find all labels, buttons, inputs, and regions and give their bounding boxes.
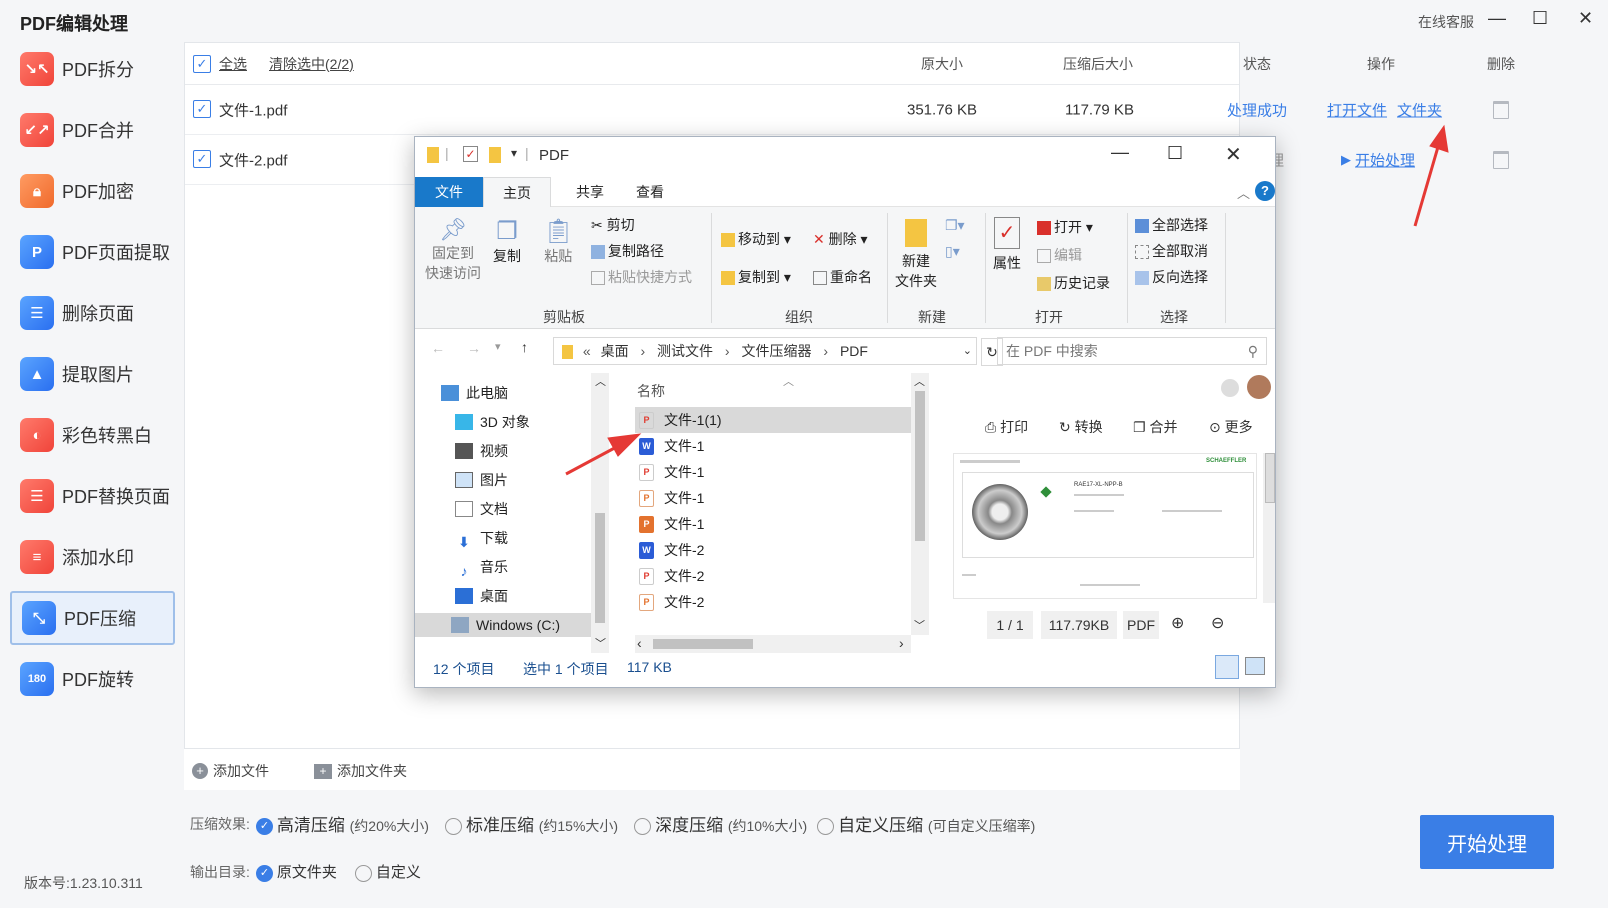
red-arrow-folder: [1413, 139, 1442, 227]
annotation-arrows: [565, 124, 1449, 476]
